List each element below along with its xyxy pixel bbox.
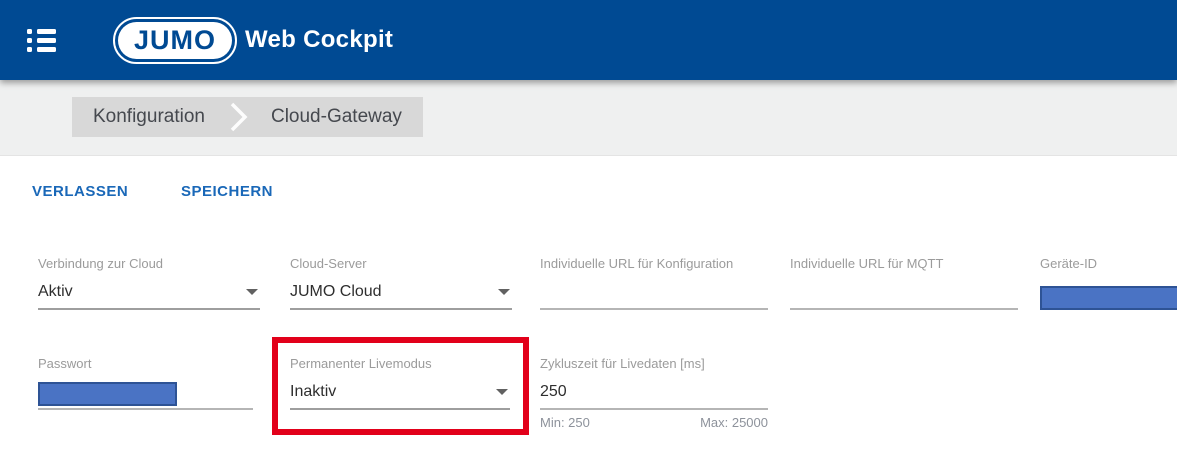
dropdown-arrow-icon [496, 389, 508, 395]
speichern-button[interactable]: SPEICHERN [181, 183, 273, 200]
max-hint: Max: 25000 [700, 415, 768, 430]
field-url-konfiguration: Individuelle URL für Konfiguration [540, 256, 768, 310]
list-menu-icon [27, 29, 57, 52]
jumo-web-cockpit-screen: JUMO Web Cockpit Konfiguration Cloud-Gat… [0, 0, 1177, 452]
verbindung-select[interactable]: Aktiv [38, 275, 260, 310]
redaction-box [38, 382, 177, 406]
passwort-input[interactable] [38, 375, 253, 410]
field-label: Permanenter Livemodus [290, 356, 510, 372]
zykluszeit-hints: Min: 250 Max: 25000 [540, 415, 768, 430]
jumo-logo-text: JUMO [118, 22, 232, 59]
jumo-logo: JUMO [113, 17, 237, 64]
field-label: Individuelle URL für MQTT [790, 256, 1018, 272]
url-mqtt-input[interactable] [790, 275, 1018, 310]
field-passwort: Passwort [38, 356, 253, 410]
breadcrumb-bar: Konfiguration Cloud-Gateway [0, 80, 1177, 156]
redaction-box [1040, 286, 1177, 310]
selected-value: JUMO Cloud [290, 283, 382, 301]
livemodus-select[interactable]: Inaktiv [290, 375, 510, 410]
breadcrumb: Konfiguration Cloud-Gateway [72, 97, 423, 137]
field-label: Zykluszeit für Livedaten [ms] [540, 356, 768, 372]
min-hint: Min: 250 [540, 415, 590, 430]
field-label: Passwort [38, 356, 253, 372]
menu-button[interactable] [27, 29, 57, 52]
zykluszeit-input[interactable]: 250 [540, 375, 768, 410]
field-url-mqtt: Individuelle URL für MQTT [790, 256, 1018, 310]
app-header: JUMO Web Cockpit [0, 0, 1177, 80]
field-label: Geräte-ID [1040, 256, 1177, 272]
selected-value: Aktiv [38, 283, 73, 301]
breadcrumb-label: Cloud-Gateway [271, 106, 402, 128]
verlassen-button[interactable]: VERLASSEN [32, 183, 128, 200]
geraete-id-input[interactable] [1040, 275, 1177, 310]
field-verbindung-zur-cloud: Verbindung zur Cloud Aktiv [38, 256, 260, 310]
url-konfiguration-input[interactable] [540, 275, 768, 310]
dropdown-arrow-icon [498, 289, 510, 295]
field-permanenter-livemodus: Permanenter Livemodus Inaktiv [290, 356, 510, 410]
breadcrumb-label: Konfiguration [93, 106, 205, 128]
field-geraete-id: Geräte-ID [1040, 256, 1177, 310]
breadcrumb-item-konfiguration[interactable]: Konfiguration [72, 97, 226, 137]
field-cloud-server: Cloud-Server JUMO Cloud [290, 256, 512, 310]
dropdown-arrow-icon [246, 289, 258, 295]
field-label: Individuelle URL für Konfiguration [540, 256, 768, 272]
chevron-right-icon [226, 97, 250, 137]
field-label: Verbindung zur Cloud [38, 256, 260, 272]
app-title: Web Cockpit [245, 0, 393, 80]
selected-value: Inaktiv [290, 383, 336, 401]
input-value: 250 [540, 383, 567, 401]
field-label: Cloud-Server [290, 256, 512, 272]
field-zykluszeit: Zykluszeit für Livedaten [ms] 250 Min: 2… [540, 356, 768, 430]
cloud-server-select[interactable]: JUMO Cloud [290, 275, 512, 310]
breadcrumb-item-cloud-gateway[interactable]: Cloud-Gateway [250, 97, 423, 137]
